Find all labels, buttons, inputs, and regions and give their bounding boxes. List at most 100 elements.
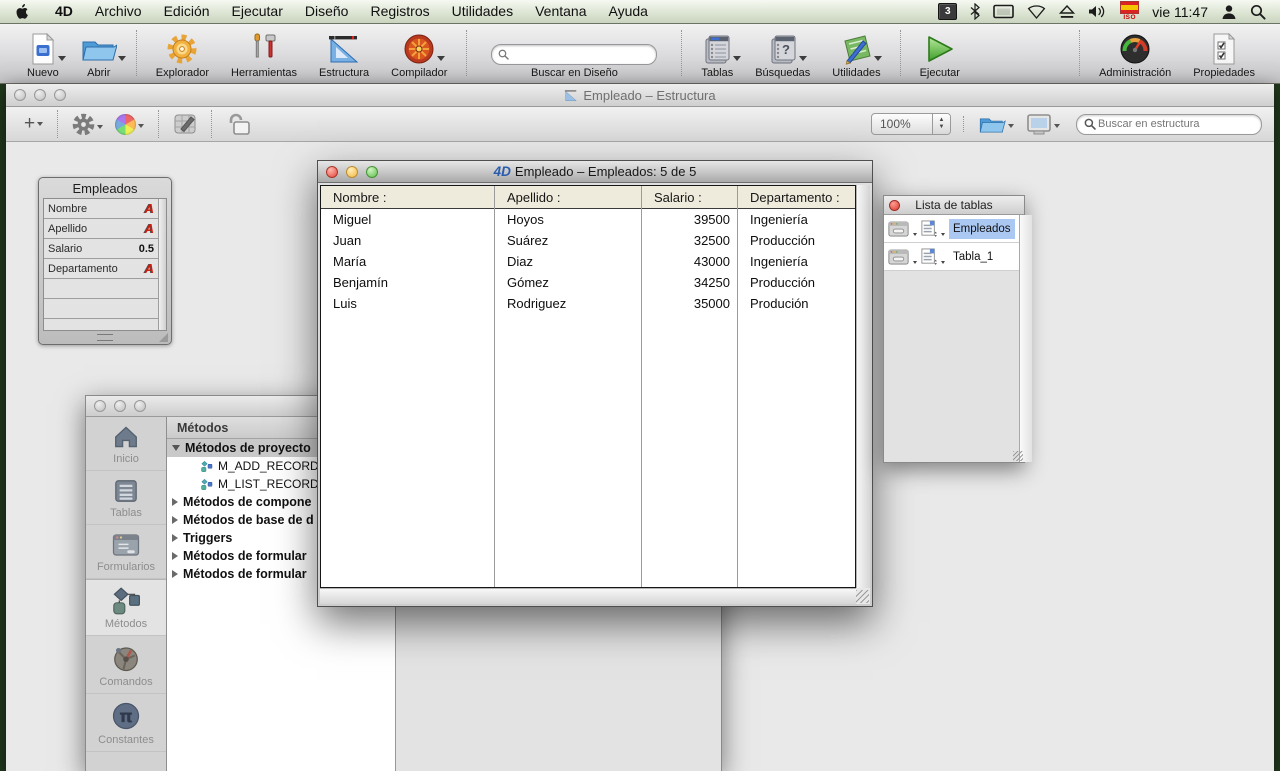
sidebar-item-inicio[interactable]: Inicio (86, 417, 166, 471)
close-button[interactable] (889, 200, 900, 211)
menu-utilidades[interactable]: Utilidades (441, 0, 524, 23)
table-cell[interactable]: Miguel (321, 209, 494, 230)
table-cell[interactable]: 34250 (642, 272, 737, 293)
table-cell[interactable]: Rodriguez (495, 293, 641, 314)
disclosure-closed-icon[interactable] (172, 498, 178, 506)
add-table-button[interactable]: + (24, 115, 43, 133)
menu-archivo[interactable]: Archivo (84, 0, 153, 23)
design-search-input[interactable] (509, 48, 650, 62)
card-scrollbar[interactable] (158, 199, 166, 330)
horizontal-scrollbar[interactable] (320, 588, 856, 604)
table-cell[interactable]: Producción (738, 230, 855, 251)
table-cell[interactable]: María (321, 251, 494, 272)
column-header[interactable]: Nombre : (321, 186, 494, 209)
menu-edicion[interactable]: Edición (153, 0, 221, 23)
structure-window-titlebar[interactable]: Empleado – Estructura (6, 84, 1274, 107)
input-form-icon[interactable] (888, 221, 909, 237)
zoom-button[interactable] (366, 166, 378, 178)
column-header[interactable]: Departamento : (738, 186, 855, 209)
structure-search-input[interactable] (1096, 117, 1254, 131)
folder-menu-button[interactable] (978, 113, 1014, 135)
disclosure-closed-icon[interactable] (172, 552, 178, 560)
toolbar-administracion-button[interactable]: Administración (1099, 31, 1171, 79)
structure-table-empleados[interactable]: Empleados Nombre A Apellido A Salario 0.… (38, 177, 172, 345)
disclosure-closed-icon[interactable] (172, 570, 178, 578)
menu-diseno[interactable]: Diseño (294, 0, 360, 23)
sidebar-item-formularios[interactable]: Formularios (86, 525, 166, 579)
color-menu-button[interactable] (115, 114, 144, 135)
table-cell[interactable]: Gómez (495, 272, 641, 293)
table-cell[interactable]: Benjamín (321, 272, 494, 293)
disclosure-closed-icon[interactable] (172, 516, 178, 524)
column-header[interactable]: Apellido : (495, 186, 641, 209)
output-list-icon[interactable] (921, 248, 937, 265)
toolbar-abrir-button[interactable]: Abrir (81, 31, 117, 79)
edit-grid-button[interactable] (173, 113, 197, 135)
table-cell[interactable]: Producción (738, 272, 855, 293)
lock-button[interactable] (226, 112, 252, 136)
table-list-item-empleados[interactable]: Empleados (884, 215, 1019, 243)
card-resize-handle[interactable] (159, 333, 168, 342)
close-button[interactable] (326, 166, 338, 178)
menu-clock[interactable]: vie 11:47 (1152, 4, 1208, 20)
toolbar-explorador-button[interactable]: Explorador (156, 31, 209, 79)
menu-ayuda[interactable]: Ayuda (597, 0, 658, 23)
table-list-item-tabla1[interactable]: Tabla_1 (884, 243, 1019, 271)
table-cell[interactable]: Juan (321, 230, 494, 251)
sidebar-item-tablas[interactable]: Tablas (86, 471, 166, 525)
volume-icon[interactable] (1088, 4, 1107, 19)
card-grip-icon[interactable] (97, 334, 113, 341)
table-cell[interactable]: Produción (738, 293, 855, 314)
table-name[interactable]: Tabla_1 (949, 247, 1015, 267)
display-icon[interactable] (993, 4, 1014, 20)
field-row[interactable]: Salario 0.5 (44, 239, 158, 259)
table-cell[interactable]: 32500 (642, 230, 737, 251)
close-button[interactable] (14, 89, 26, 101)
display-menu-button[interactable] (1026, 113, 1060, 135)
structure-search-field[interactable] (1076, 114, 1262, 135)
wifi-icon[interactable] (1027, 5, 1046, 19)
structure-table-title[interactable]: Empleados (39, 178, 171, 198)
field-row[interactable]: Nombre A (44, 199, 158, 219)
toolbar-utilidades-button[interactable]: Utilidades (832, 31, 880, 79)
sidebar-item-constantes[interactable]: π Constantes (86, 694, 166, 752)
sidebar-item-comandos[interactable]: Comandos (86, 636, 166, 694)
field-row[interactable]: Departamento A (44, 259, 158, 279)
disclosure-closed-icon[interactable] (172, 534, 178, 542)
field-row[interactable]: Apellido A (44, 219, 158, 239)
zoom-button[interactable] (54, 89, 66, 101)
window-resize-handle[interactable] (856, 590, 869, 603)
bluetooth-icon[interactable] (970, 3, 980, 20)
palette-titlebar[interactable]: Lista de tablas (884, 196, 1024, 215)
table-cell[interactable]: Suárez (495, 230, 641, 251)
empty-field-row[interactable] (44, 299, 158, 319)
column-header[interactable]: Salario : (642, 186, 737, 209)
table-name[interactable]: Empleados (949, 219, 1015, 239)
minimize-button[interactable] (346, 166, 358, 178)
toolbar-ejecutar-button[interactable]: Ejecutar (920, 31, 960, 79)
close-button[interactable] (94, 400, 106, 412)
gear-menu-button[interactable] (72, 113, 103, 136)
toolbar-compilador-button[interactable]: Compilador (391, 31, 447, 79)
toolbar-herramientas-button[interactable]: Herramientas (231, 31, 297, 79)
minimize-button[interactable] (34, 89, 46, 101)
output-list-icon[interactable] (921, 220, 937, 237)
table-cell[interactable]: Hoyos (495, 209, 641, 230)
keyboard-layout-flag[interactable]: ISO (1120, 1, 1139, 22)
menu-registros[interactable]: Registros (359, 0, 440, 23)
table-cell[interactable]: 43000 (642, 251, 737, 272)
menu-ventana[interactable]: Ventana (524, 0, 597, 23)
table-cell[interactable]: Diaz (495, 251, 641, 272)
palette-scrollbar[interactable] (1019, 215, 1032, 462)
minimize-button[interactable] (114, 400, 126, 412)
records-titlebar[interactable]: 4D Empleado – Empleados: 5 de 5 (318, 161, 872, 183)
vertical-scrollbar[interactable] (856, 185, 870, 588)
toolbar-tablas-button[interactable]: Tablas (701, 31, 733, 79)
toolbar-nuevo-button[interactable]: Nuevo (27, 31, 59, 79)
spotlight-icon[interactable] (1250, 4, 1266, 20)
table-cell[interactable]: Luis (321, 293, 494, 314)
spaces-indicator[interactable]: 3 (938, 3, 957, 20)
table-cell[interactable]: 35000 (642, 293, 737, 314)
menu-ejecutar[interactable]: Ejecutar (221, 0, 294, 23)
zoom-stepper[interactable]: 100% ▲▼ (871, 113, 951, 135)
